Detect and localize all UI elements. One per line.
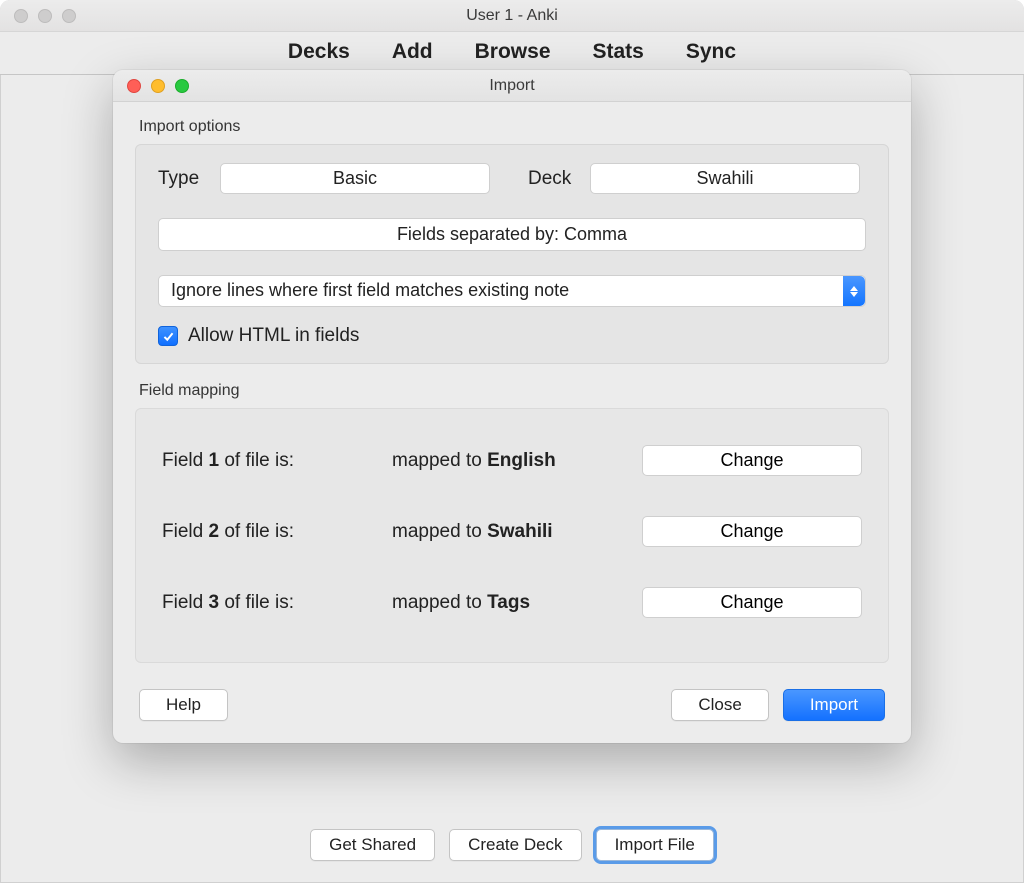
dialog-title: Import	[113, 77, 911, 95]
close-icon[interactable]	[127, 79, 141, 93]
field-target-label: mapped to Swahili	[392, 521, 632, 543]
main-titlebar: User 1 - Anki	[0, 0, 1024, 32]
import-button[interactable]: Import	[783, 689, 885, 721]
minimize-icon[interactable]	[38, 9, 52, 23]
separator-button[interactable]: Fields separated by: Comma	[158, 218, 866, 251]
main-footer: Get Shared Create Deck Import File	[0, 829, 1024, 861]
change-mapping-button[interactable]: Change	[642, 516, 862, 547]
dialog-titlebar: Import	[113, 70, 911, 102]
deck-label: Deck	[528, 168, 590, 190]
field-index-label: Field 1 of file is:	[162, 450, 392, 472]
traffic-lights-inactive	[14, 9, 76, 23]
create-deck-button[interactable]: Create Deck	[449, 829, 581, 861]
minimize-icon[interactable]	[151, 79, 165, 93]
nav-add[interactable]: Add	[392, 40, 433, 64]
type-label: Type	[158, 168, 220, 190]
change-mapping-button[interactable]: Change	[642, 445, 862, 476]
nav-stats[interactable]: Stats	[593, 40, 644, 64]
existing-notes-select[interactable]: Ignore lines where first field matches e…	[158, 275, 866, 307]
nav-decks[interactable]: Decks	[288, 40, 350, 64]
maximize-icon[interactable]	[175, 79, 189, 93]
main-window: User 1 - Anki Decks Add Browse Stats Syn…	[0, 0, 1024, 883]
import-options-panel: Type Basic Deck Swahili Fields separated…	[135, 144, 889, 364]
dialog-body: Import options Type Basic Deck Swahili F…	[113, 102, 911, 743]
allow-html-checkbox[interactable]	[158, 326, 178, 346]
maximize-icon[interactable]	[62, 9, 76, 23]
close-button[interactable]: Close	[671, 689, 768, 721]
field-mapping-row: Field 1 of file is:mapped to English Chan…	[162, 445, 862, 476]
type-select[interactable]: Basic	[220, 163, 490, 194]
nav-sync[interactable]: Sync	[686, 40, 736, 64]
field-mapping-row: Field 2 of file is:mapped to Swahili Chan…	[162, 516, 862, 547]
get-shared-button[interactable]: Get Shared	[310, 829, 435, 861]
field-target-label: mapped to English	[392, 450, 632, 472]
field-mapping-row: Field 3 of file is:mapped to Tags Change	[162, 587, 862, 618]
main-nav: Decks Add Browse Stats Sync	[0, 32, 1024, 75]
chevron-updown-icon	[843, 276, 865, 306]
dialog-footer: Help Close Import	[135, 689, 889, 721]
import-options-label: Import options	[139, 118, 885, 136]
traffic-lights	[127, 79, 189, 93]
change-mapping-button[interactable]: Change	[642, 587, 862, 618]
nav-browse[interactable]: Browse	[475, 40, 551, 64]
deck-select[interactable]: Swahili	[590, 163, 860, 194]
field-mapping-label: Field mapping	[139, 382, 885, 400]
import-dialog: Import Import options Type Basic Deck Sw…	[113, 70, 911, 743]
existing-notes-value: Ignore lines where first field matches e…	[159, 276, 843, 306]
close-icon[interactable]	[14, 9, 28, 23]
import-file-button[interactable]: Import File	[596, 829, 714, 861]
field-mapping-panel: Field 1 of file is:mapped to English Chan…	[135, 408, 889, 663]
help-button[interactable]: Help	[139, 689, 228, 721]
field-index-label: Field 3 of file is:	[162, 592, 392, 614]
field-index-label: Field 2 of file is:	[162, 521, 392, 543]
allow-html-label: Allow HTML in fields	[188, 325, 359, 347]
main-window-title: User 1 - Anki	[0, 7, 1024, 25]
field-target-label: mapped to Tags	[392, 592, 632, 614]
